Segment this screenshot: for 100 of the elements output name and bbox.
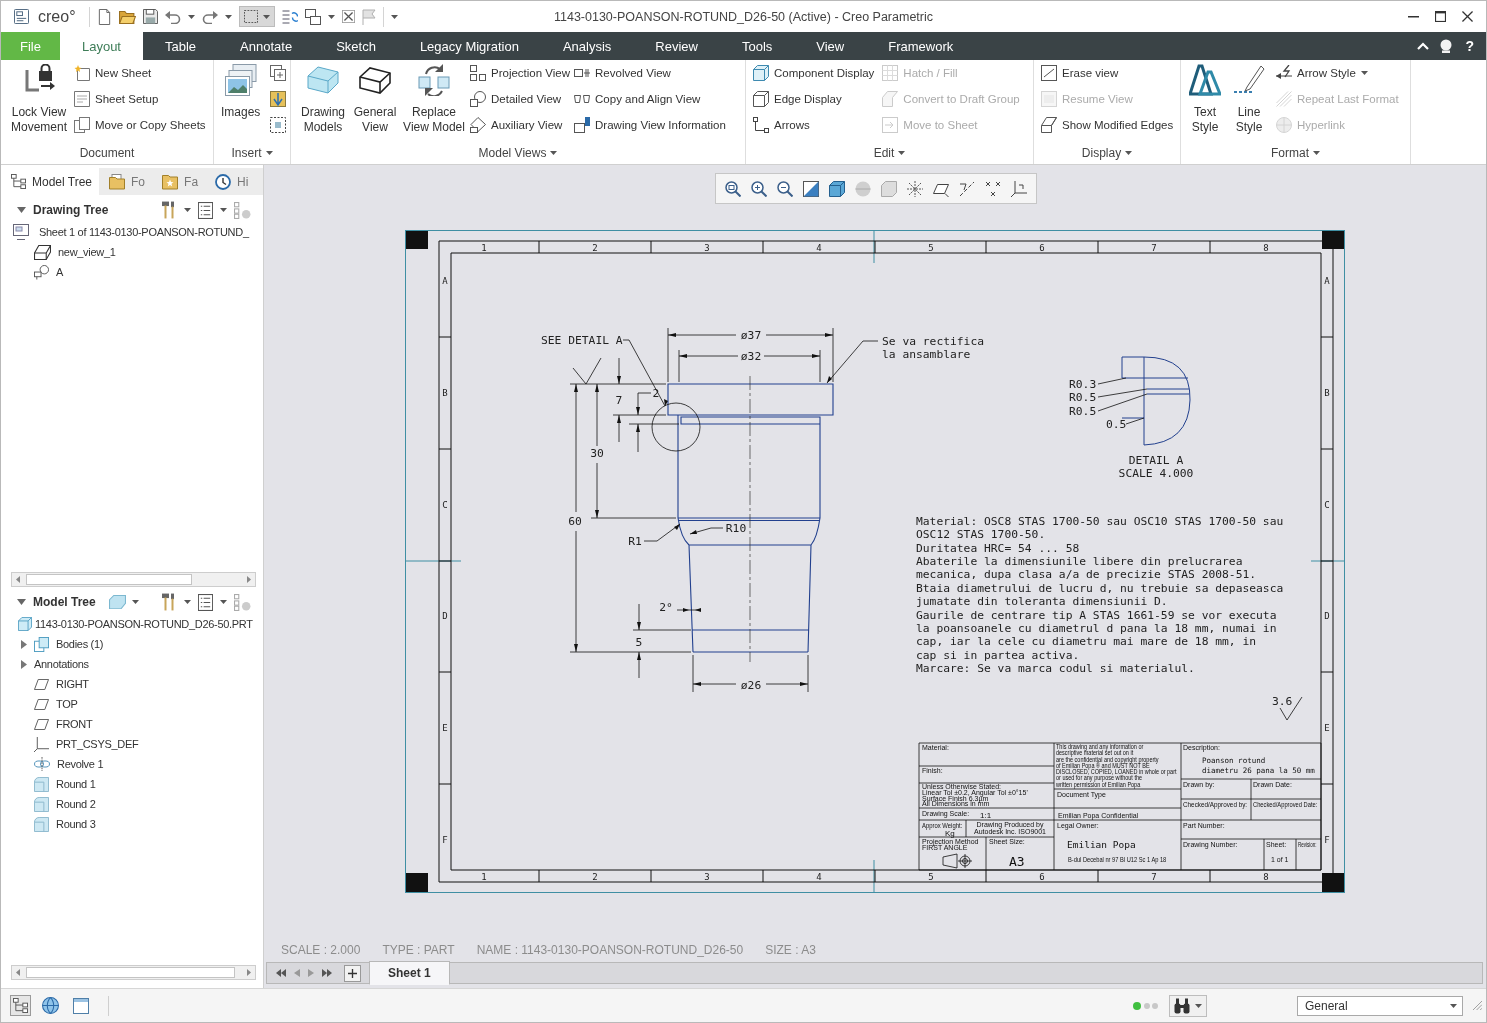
- expander-icon[interactable]: [17, 207, 26, 213]
- undo-icon[interactable]: [164, 9, 181, 24]
- sheet-tab[interactable]: Sheet 1: [369, 961, 450, 985]
- tree-item[interactable]: RIGHT: [34, 678, 89, 690]
- ribbon-tab[interactable]: Framework: [866, 32, 976, 60]
- ribbon-tab[interactable]: Table: [143, 32, 219, 60]
- tree-icon[interactable]: [13, 998, 28, 1013]
- squares-dot-icon[interactable]: [234, 593, 251, 611]
- caret-icon[interactable]: [224, 14, 232, 19]
- ribbon-button[interactable]: Text Style: [1186, 60, 1224, 142]
- save-icon[interactable]: [142, 9, 158, 24]
- dashed-frame-icon[interactable]: [270, 117, 287, 133]
- squares-dot-icon[interactable]: [234, 201, 251, 219]
- group-menu-button[interactable]: Format: [1269, 146, 1322, 160]
- ribbon-tab[interactable]: Tools: [719, 32, 795, 60]
- ribbon-button[interactable]: Images: [219, 60, 263, 142]
- ribbon-button[interactable]: Arrow Style: [1274, 60, 1401, 86]
- boxed-x-icon[interactable]: [341, 10, 355, 23]
- group-menu-button[interactable]: Model Views: [476, 146, 560, 160]
- tree-item[interactable]: Round 2: [34, 796, 96, 812]
- ribbon-button[interactable]: Line Style: [1230, 60, 1268, 142]
- starburst-icon[interactable]: [907, 180, 923, 197]
- panel-tab[interactable]: Model Tree: [1, 168, 100, 195]
- ribbon-tab[interactable]: Legacy Migration: [397, 32, 541, 60]
- ribbon-button[interactable]: New Sheet: [72, 60, 208, 86]
- ribbon-button[interactable]: Revolved View: [572, 60, 728, 86]
- zoom-fit-icon[interactable]: [725, 180, 741, 197]
- close-icon[interactable]: [1462, 11, 1473, 22]
- left-arrow-icon[interactable]: [16, 576, 20, 583]
- ribbon-button[interactable]: Auxiliary View: [468, 112, 573, 138]
- right-arrow-icon[interactable]: [247, 576, 251, 583]
- caret-icon[interactable]: [184, 600, 191, 604]
- expander-icon[interactable]: [20, 639, 27, 649]
- zoom-out-icon[interactable]: [777, 180, 793, 197]
- help-button[interactable]: ?: [1463, 38, 1476, 54]
- tree-item[interactable]: Revolve 1: [34, 757, 104, 771]
- ribbon-tab[interactable]: Sketch: [314, 32, 398, 60]
- scrollbar-thumb[interactable]: [26, 967, 235, 978]
- tools-icon[interactable]: [161, 593, 177, 611]
- ribbon-button[interactable]: Erase view: [1039, 60, 1176, 86]
- open-folder-icon[interactable]: [118, 8, 136, 25]
- tree-item[interactable]: TOP: [34, 698, 78, 710]
- zoom-in-icon[interactable]: [751, 180, 767, 197]
- right-arrow-icon[interactable]: [247, 969, 251, 976]
- filter-dropdown[interactable]: General: [1297, 995, 1463, 1016]
- tree-item[interactable]: Bodies (1): [34, 636, 104, 652]
- cube-icon[interactable]: [829, 180, 845, 197]
- window-icon[interactable]: [73, 997, 89, 1014]
- group-menu-button[interactable]: Display: [1079, 146, 1135, 160]
- tree-item[interactable]: 1143-0130-POANSON-ROTUND_D26-50.PRT: [18, 617, 253, 631]
- list-icon[interactable]: [198, 201, 213, 219]
- new-file-icon[interactable]: [96, 8, 112, 25]
- ribbon-button[interactable]: Detailed View: [468, 86, 573, 112]
- tree-item[interactable]: Round 3: [34, 816, 96, 832]
- expander-icon[interactable]: [20, 659, 27, 669]
- panel-tab[interactable]: Fo: [99, 168, 153, 195]
- ribbon-button[interactable]: Arrows: [751, 112, 877, 138]
- scrollbar-thumb[interactable]: [26, 574, 192, 585]
- chevron-up-icon[interactable]: [1417, 42, 1430, 50]
- ribbon-button[interactable]: Drawing View Information: [572, 112, 728, 138]
- lightbulb-icon[interactable]: [1439, 39, 1454, 53]
- caret-icon[interactable]: [187, 14, 195, 19]
- last-icon[interactable]: [322, 969, 332, 977]
- list-arrows-icon[interactable]: [281, 8, 298, 25]
- ribbon-button[interactable]: Move or Copy Sheets: [72, 112, 208, 138]
- ribbon-tab[interactable]: Annotate: [218, 32, 315, 60]
- globe-icon[interactable]: [42, 997, 59, 1014]
- maximize-icon[interactable]: [1435, 11, 1446, 22]
- scrollbar[interactable]: [11, 572, 256, 587]
- group-menu-button[interactable]: Edit: [871, 146, 908, 160]
- ribbon-button[interactable]: Sheet Setup: [72, 86, 208, 112]
- minimize-icon[interactable]: [1408, 15, 1419, 18]
- crosses-icon[interactable]: [985, 180, 1001, 197]
- tree-item[interactable]: new_view_1: [34, 244, 116, 260]
- ribbon-button[interactable]: Projection View: [468, 60, 573, 86]
- caret-icon[interactable]: [184, 208, 191, 212]
- ribbon-button[interactable]: Edge Display: [751, 86, 877, 112]
- expander-icon[interactable]: [17, 599, 26, 605]
- first-icon[interactable]: [276, 969, 286, 977]
- ribbon-button[interactable]: Replace View Model: [400, 60, 468, 142]
- ribbon-tab[interactable]: View: [794, 32, 867, 60]
- down-arrow-tile-icon[interactable]: [270, 91, 287, 107]
- caret-icon[interactable]: [220, 600, 227, 604]
- tree-item[interactable]: Annotations: [34, 658, 89, 670]
- tree-item[interactable]: Round 1: [34, 776, 96, 792]
- windows-icon[interactable]: [304, 8, 321, 25]
- panel-tab[interactable]: Fa: [152, 168, 206, 195]
- ribbon-button[interactable]: Lock View Movement: [6, 60, 72, 142]
- caret-icon[interactable]: [327, 14, 335, 19]
- ribbon-button[interactable]: General View: [350, 60, 400, 142]
- caret-icon[interactable]: [390, 14, 398, 19]
- axes-icon[interactable]: [1011, 180, 1027, 197]
- tree-item[interactable]: Sheet 1 of 1143-0130-POANSON-ROTUND_: [13, 224, 249, 240]
- panel-tab[interactable]: Hi: [205, 168, 256, 195]
- caret-icon[interactable]: [220, 208, 227, 212]
- ribbon-tab[interactable]: Layout: [59, 32, 143, 60]
- tree-item[interactable]: A: [34, 264, 64, 280]
- scrollbar[interactable]: [11, 965, 256, 980]
- tools-icon[interactable]: [161, 201, 177, 219]
- redo-icon[interactable]: [201, 9, 218, 24]
